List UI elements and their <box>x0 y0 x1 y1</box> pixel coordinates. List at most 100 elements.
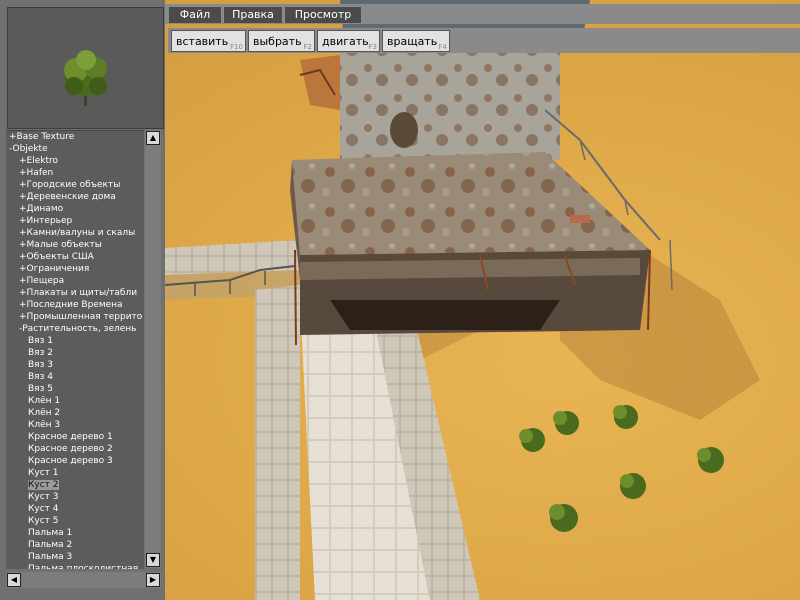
tree-item-label: Куст 4 <box>28 504 59 514</box>
rotate-shortcut: F4 <box>438 43 447 51</box>
tree-item-label: +Плакаты и щиты/табли <box>19 288 138 298</box>
menu-view[interactable]: Просмотр <box>285 7 361 23</box>
tree-item[interactable]: +Base Texture <box>6 131 144 143</box>
object-preview <box>7 7 164 129</box>
tree-item[interactable]: +Деревенские дома <box>6 191 144 203</box>
tree-item[interactable]: +Elektro <box>6 155 144 167</box>
tree-item[interactable]: +Плакаты и щиты/табли <box>6 287 144 299</box>
tree-item[interactable]: +Последние Времена <box>6 299 144 311</box>
arrow-up-icon[interactable]: ▲ <box>146 131 160 145</box>
tree-item[interactable]: Вяз 5 <box>6 383 144 395</box>
select-label: выбрать <box>253 35 302 48</box>
move-shortcut: F3 <box>368 43 377 51</box>
rotate-label: вращать <box>387 35 438 48</box>
tree-item-label: +Городские объекты <box>19 180 121 190</box>
tree-item[interactable]: +Объекты США <box>6 251 144 263</box>
tree-item[interactable]: Вяз 2 <box>6 347 144 359</box>
tree-item[interactable]: Пальма 2 <box>6 539 144 551</box>
tree-item[interactable]: Вяз 3 <box>6 359 144 371</box>
arrow-right-icon[interactable]: ▶ <box>146 573 160 587</box>
tree-item-label: Куст 2 <box>28 480 59 490</box>
tree-item-label: +Ограничения <box>19 264 90 274</box>
tree-item-label: +Камни/валуны и скалы <box>19 228 136 238</box>
tree-item-label: Вяз 2 <box>28 348 53 358</box>
tree-item[interactable]: +Городские объекты <box>6 179 144 191</box>
menu-edit[interactable]: Правка <box>224 7 282 23</box>
tree-item[interactable]: Вяз 1 <box>6 335 144 347</box>
tree-item-label: +Последние Времена <box>19 300 123 310</box>
tree-item[interactable]: Клён 3 <box>6 419 144 431</box>
object-browser-panel: +Base Texture -Objekte +Elektro +Hafen +Горо… <box>0 0 165 600</box>
move-label: двигать <box>322 35 369 48</box>
tree-item[interactable]: +Интерьер <box>6 215 144 227</box>
tree-item-label: +Объекты США <box>19 252 94 262</box>
bush-group <box>519 405 724 532</box>
tree-item-label: Красное дерево 2 <box>28 444 113 454</box>
tree-item-label: Вяз 5 <box>28 384 53 394</box>
tree-item-label: Куст 3 <box>28 492 59 502</box>
tree-item[interactable]: -Растительность, зелень <box>6 323 144 335</box>
object-tree[interactable]: +Base Texture -Objekte +Elektro +Hafen +Горо… <box>6 130 144 569</box>
tree-item[interactable]: Куст 1 <box>6 467 144 479</box>
tree-item-label: Куст 5 <box>28 516 59 526</box>
tool-toolbar: вставить F10 выбрать F2 двигать F3 враща… <box>168 28 800 53</box>
rotate-button[interactable]: вращать F4 <box>382 30 450 52</box>
tree-item[interactable]: Куст 3 <box>6 491 144 503</box>
tree-item[interactable]: Куст 5 <box>6 515 144 527</box>
menu-bar: Файл Правка Просмотр <box>165 4 800 24</box>
tree-item-label: -Растительность, зелень <box>19 324 137 334</box>
select-shortcut: F2 <box>303 43 312 51</box>
tree-item-label: Красное дерево 3 <box>28 456 113 466</box>
tree-item-label: Клён 2 <box>28 408 61 418</box>
insert-shortcut: F10 <box>230 43 243 51</box>
tree-item[interactable]: +Ограничения <box>6 263 144 275</box>
tree-item[interactable]: Клён 2 <box>6 407 144 419</box>
tree-item[interactable]: +Промышленная террито <box>6 311 144 323</box>
tree-item-label: +Динамо <box>19 204 64 214</box>
tree-item-label: Пальма 3 <box>28 552 73 562</box>
tree-item[interactable]: Клён 1 <box>6 395 144 407</box>
tree-item-label: Пальма плосколистная <box>28 564 139 569</box>
tree-item-label: Пальма 2 <box>28 540 73 550</box>
arrow-left-icon[interactable]: ◀ <box>7 573 21 587</box>
tree-item[interactable]: Куст 2 <box>6 479 144 491</box>
insert-label: вставить <box>176 35 229 48</box>
tree-item[interactable]: +Hafen <box>6 167 144 179</box>
bush-preview-icon <box>64 50 107 106</box>
tree-item[interactable]: Красное дерево 3 <box>6 455 144 467</box>
move-button[interactable]: двигать F3 <box>317 30 380 52</box>
tree-item[interactable]: Пальма плосколистная <box>6 563 144 569</box>
tree-item[interactable]: -Objekte <box>6 143 144 155</box>
tree-horizontal-scrollbar[interactable]: ◀ ▶ <box>6 572 161 588</box>
tree-item-label: Куст 1 <box>28 468 59 478</box>
tree-item[interactable]: Вяз 4 <box>6 371 144 383</box>
tree-item[interactable]: Красное дерево 1 <box>6 431 144 443</box>
insert-button[interactable]: вставить F10 <box>171 30 246 52</box>
tree-item[interactable]: Красное дерево 2 <box>6 443 144 455</box>
tree-item-label: Красное дерево 1 <box>28 432 113 442</box>
tree-item[interactable]: Пальма 3 <box>6 551 144 563</box>
tree-item-label: +Hafen <box>19 168 54 178</box>
select-button[interactable]: выбрать F2 <box>248 30 315 52</box>
tree-item-label: +Промышленная террито <box>19 312 143 322</box>
tree-item[interactable]: +Динамо <box>6 203 144 215</box>
tree-item[interactable]: Пальма 1 <box>6 527 144 539</box>
tree-item-label: +Base Texture <box>9 132 75 142</box>
tree-item-label: +Деревенские дома <box>19 192 116 202</box>
tree-item[interactable]: +Пещера <box>6 275 144 287</box>
menu-file[interactable]: Файл <box>169 7 221 23</box>
tree-item[interactable]: +Камни/валуны и скалы <box>6 227 144 239</box>
tree-item-label: Вяз 4 <box>28 372 53 382</box>
tree-item-label: Вяз 3 <box>28 360 53 370</box>
tree-item-label: +Elektro <box>19 156 59 166</box>
tree-item-label: Клён 3 <box>28 420 61 430</box>
tree-item[interactable]: Куст 4 <box>6 503 144 515</box>
arrow-down-icon[interactable]: ▼ <box>146 553 160 567</box>
tree-item-label: -Objekte <box>9 144 48 154</box>
tree-item-label: Пальма 1 <box>28 528 73 538</box>
tree-item[interactable]: +Малые объекты <box>6 239 144 251</box>
tree-item-label: Клён 1 <box>28 396 61 406</box>
tree-item-label: +Интерьер <box>19 216 73 226</box>
tree-item-label: +Малые объекты <box>19 240 102 250</box>
tree-vertical-scrollbar[interactable]: ▲ ▼ <box>145 130 161 568</box>
